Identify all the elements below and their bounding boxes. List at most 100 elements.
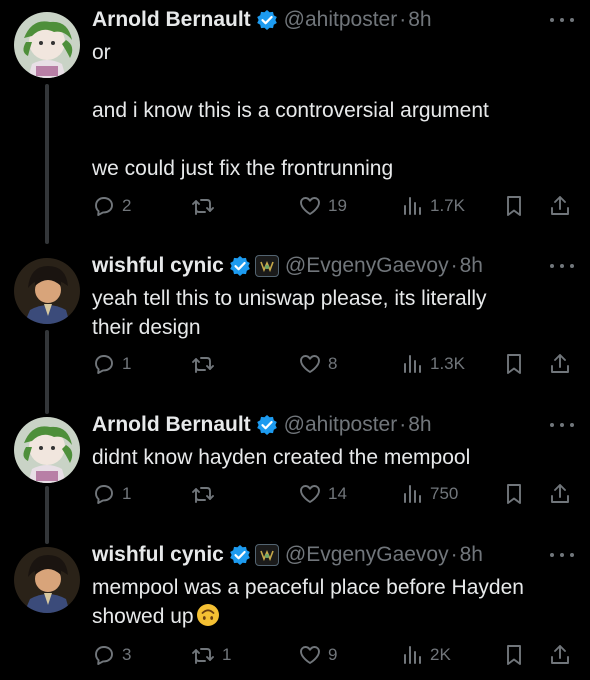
repost-icon bbox=[192, 199, 214, 215]
share-button[interactable] bbox=[548, 351, 572, 377]
upside-down-face-emoji-icon bbox=[196, 603, 220, 627]
tweet[interactable]: wishful cynic @EvgenyGaevoy · 8h yeah te… bbox=[0, 252, 590, 382]
reply-count: 2 bbox=[122, 196, 132, 215]
author-handle[interactable]: @EvgenyGaevoy bbox=[285, 252, 449, 280]
repost-icon bbox=[192, 487, 214, 503]
author-name[interactable]: wishful cynic bbox=[92, 252, 224, 280]
author-handle[interactable]: @EvgenyGaevoy bbox=[285, 541, 449, 569]
reply-button[interactable]: 1 bbox=[92, 351, 131, 377]
tweet[interactable]: Arnold Bernault @ahitposter · 8h didnt k… bbox=[0, 411, 590, 511]
text-line-blank bbox=[92, 67, 572, 96]
tweet-text: or and i know this is a controversial ar… bbox=[92, 38, 572, 183]
like-button[interactable]: 9 bbox=[298, 642, 337, 668]
bookmark-icon bbox=[507, 484, 521, 504]
view-count: 750 bbox=[430, 484, 459, 503]
author-handle[interactable]: @ahitposter bbox=[284, 411, 398, 439]
repost-button[interactable] bbox=[190, 351, 222, 377]
timestamp[interactable]: 8h bbox=[460, 541, 483, 569]
like-count: 14 bbox=[328, 484, 347, 503]
verified-badge-icon bbox=[229, 544, 251, 566]
repost-icon bbox=[192, 357, 214, 373]
share-icon bbox=[551, 645, 569, 664]
reply-button[interactable]: 1 bbox=[92, 481, 131, 507]
repost-count: 1 bbox=[222, 645, 232, 664]
affiliation-badge-icon[interactable] bbox=[254, 255, 279, 277]
verified-badge-icon bbox=[256, 9, 278, 31]
text-line-blank bbox=[92, 125, 572, 154]
view-count: 2K bbox=[430, 645, 451, 664]
reply-icon bbox=[95, 197, 113, 216]
conversation-thread: Arnold Bernault @ahitposter · 8h or and … bbox=[0, 0, 590, 680]
heart-icon bbox=[300, 355, 320, 373]
share-icon bbox=[551, 354, 569, 373]
repost-button[interactable] bbox=[190, 193, 222, 219]
bookmark-button[interactable] bbox=[502, 351, 526, 377]
repost-button[interactable] bbox=[190, 481, 222, 507]
more-options-icon[interactable] bbox=[550, 12, 574, 28]
tweet-text: yeah tell this to uniswap please, its li… bbox=[92, 284, 572, 342]
tweet[interactable]: wishful cynic @EvgenyGaevoy · 8h mempool… bbox=[0, 541, 590, 675]
repost-button[interactable]: 1 bbox=[190, 642, 231, 668]
share-icon bbox=[551, 196, 569, 215]
views-bar-chart-icon bbox=[404, 646, 421, 664]
like-button[interactable]: 8 bbox=[298, 351, 337, 377]
author-handle[interactable]: @ahitposter bbox=[284, 6, 398, 34]
reply-button[interactable]: 3 bbox=[92, 642, 131, 668]
like-button[interactable]: 14 bbox=[298, 481, 347, 507]
share-icon bbox=[551, 484, 569, 503]
tweet-header: Arnold Bernault @ahitposter · 8h bbox=[92, 411, 432, 439]
like-count: 8 bbox=[328, 354, 338, 373]
heart-icon bbox=[300, 646, 320, 664]
tweet-header: wishful cynic @EvgenyGaevoy · 8h bbox=[92, 541, 483, 569]
author-name[interactable]: wishful cynic bbox=[92, 541, 224, 569]
text-line: their design bbox=[92, 316, 201, 339]
like-button[interactable]: 19 bbox=[298, 193, 347, 219]
reply-button[interactable]: 2 bbox=[92, 193, 131, 219]
bookmark-button[interactable] bbox=[502, 193, 526, 219]
share-button[interactable] bbox=[548, 193, 572, 219]
avatar[interactable] bbox=[14, 547, 80, 613]
views-button[interactable]: 750 bbox=[400, 481, 458, 507]
avatar[interactable] bbox=[14, 258, 80, 324]
timestamp[interactable]: 8h bbox=[408, 6, 431, 34]
share-button[interactable] bbox=[548, 642, 572, 668]
share-button[interactable] bbox=[548, 481, 572, 507]
tweet-text: didnt know hayden created the mempool bbox=[92, 443, 572, 472]
verified-badge-icon bbox=[229, 255, 251, 277]
avatar[interactable] bbox=[14, 12, 80, 78]
affiliation-badge-icon[interactable] bbox=[254, 544, 279, 566]
tweet-header: wishful cynic @EvgenyGaevoy · 8h bbox=[92, 252, 483, 280]
views-bar-chart-icon bbox=[404, 485, 421, 503]
author-name[interactable]: Arnold Bernault bbox=[92, 6, 251, 34]
views-bar-chart-icon bbox=[404, 197, 421, 215]
text-line: mempool was a peaceful place before Hayd… bbox=[92, 576, 524, 599]
author-name[interactable]: Arnold Bernault bbox=[92, 411, 251, 439]
timestamp[interactable]: 8h bbox=[460, 252, 483, 280]
tweet-text: mempool was a peaceful place before Hayd… bbox=[92, 573, 572, 631]
views-button[interactable]: 2K bbox=[400, 642, 451, 668]
more-options-icon[interactable] bbox=[550, 258, 574, 274]
reply-icon bbox=[95, 485, 113, 504]
views-button[interactable]: 1.3K bbox=[400, 351, 465, 377]
separator-dot: · bbox=[399, 8, 407, 31]
tweet[interactable]: Arnold Bernault @ahitposter · 8h or and … bbox=[0, 6, 590, 226]
bookmark-icon bbox=[507, 196, 521, 216]
more-options-icon[interactable] bbox=[550, 547, 574, 563]
reply-count: 1 bbox=[122, 484, 132, 503]
action-bar: 3 1 9 2K bbox=[92, 642, 578, 668]
reply-icon bbox=[95, 355, 113, 374]
avatar[interactable] bbox=[14, 417, 80, 483]
repost-icon bbox=[192, 648, 214, 664]
views-button[interactable]: 1.7K bbox=[400, 193, 465, 219]
view-count: 1.3K bbox=[430, 354, 465, 373]
bookmark-button[interactable] bbox=[502, 481, 526, 507]
verified-badge-icon bbox=[256, 414, 278, 436]
reply-count: 1 bbox=[122, 354, 132, 373]
bookmark-button[interactable] bbox=[502, 642, 526, 668]
bookmark-icon bbox=[507, 354, 521, 374]
action-bar: 1 14 750 bbox=[92, 481, 578, 507]
bookmark-icon bbox=[507, 645, 521, 665]
more-options-icon[interactable] bbox=[550, 417, 574, 433]
separator-dot: · bbox=[450, 254, 458, 277]
timestamp[interactable]: 8h bbox=[408, 411, 431, 439]
